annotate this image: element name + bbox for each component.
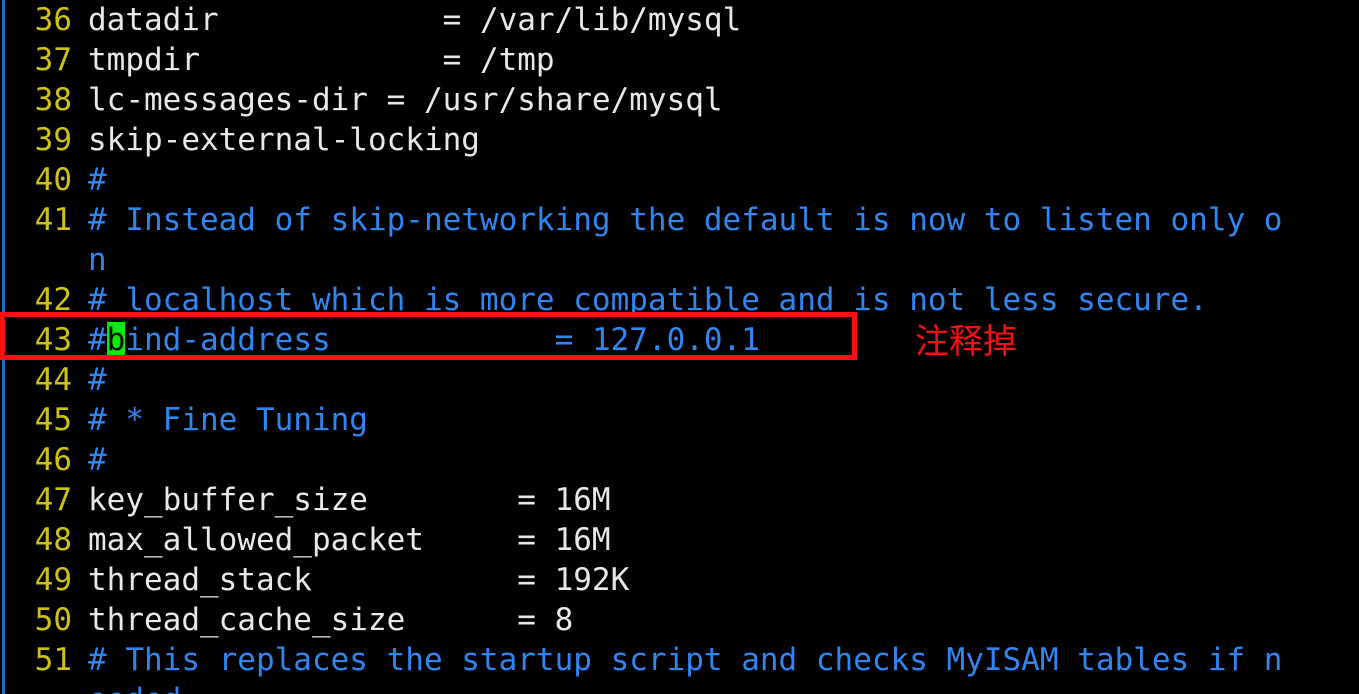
- line-number: 37: [34, 42, 72, 78]
- code-line-text: # This replaces the startup script and c…: [72, 640, 1282, 680]
- line-number: 50: [34, 602, 72, 638]
- code-line-text: # * Fine Tuning: [72, 400, 368, 440]
- code-line-text: # Instead of skip-networking the default…: [72, 200, 1282, 240]
- code-line-text: eeded: [72, 680, 181, 694]
- code-token-comment: # * Fine Tuning: [88, 402, 368, 438]
- code-token-plain: = /tmp: [199, 42, 555, 78]
- code-token-comment: # Instead of skip-networking the default…: [88, 202, 1283, 238]
- code-line[interactable]: 49 thread_stack = 192K: [0, 560, 1359, 600]
- code-token-plain: = 192K: [311, 562, 630, 598]
- code-line[interactable]: n: [0, 240, 1359, 280]
- code-token-plain: = 16M: [423, 522, 611, 558]
- code-token-comment: #: [88, 162, 107, 198]
- code-token-plain: = 16M: [367, 482, 611, 518]
- code-token-comment: #: [88, 322, 107, 358]
- code-token-comment: # localhost which is more compatible and…: [88, 282, 1208, 318]
- code-line-text: n: [72, 240, 107, 280]
- code-token-plain: datadir: [88, 2, 219, 38]
- code-line-text: #: [72, 160, 107, 200]
- code-line[interactable]: 47 key_buffer_size = 16M: [0, 480, 1359, 520]
- code-line[interactable]: 51 # This replaces the startup script and…: [0, 640, 1359, 680]
- code-line-text: key_buffer_size = 16M: [72, 480, 611, 520]
- code-line[interactable]: 36 datadir = /var/lib/mysql: [0, 0, 1359, 40]
- line-number: 49: [34, 562, 72, 598]
- code-token-plain: skip-external-locking: [88, 122, 480, 158]
- line-number: 43: [34, 322, 72, 358]
- line-number: 40: [34, 162, 72, 198]
- code-token-comment: ind-address: [125, 322, 331, 358]
- code-line-text: skip-external-locking: [72, 120, 480, 160]
- code-token-plain: thread_stack: [88, 562, 312, 598]
- line-number: 36: [34, 2, 72, 38]
- code-token-plain: key_buffer_size: [88, 482, 368, 518]
- code-line-text: thread_stack = 192K: [72, 560, 629, 600]
- code-line[interactable]: 42 # localhost which is more compatible a…: [0, 280, 1359, 320]
- code-line[interactable]: 46 #: [0, 440, 1359, 480]
- code-token-comment: #: [88, 442, 107, 478]
- text-cursor[interactable]: b: [106, 322, 126, 358]
- code-line-text: max_allowed_packet = 16M: [72, 520, 611, 560]
- code-line-text: lc-messages-dir = /usr/share/mysql: [72, 80, 723, 120]
- code-line[interactable]: 45 # * Fine Tuning: [0, 400, 1359, 440]
- code-line[interactable]: 38 lc-messages-dir = /usr/share/mysql: [0, 80, 1359, 120]
- line-number: 41: [34, 202, 72, 238]
- code-token-plain: thread_cache_size: [88, 602, 406, 638]
- code-token-plain: max_allowed_packet: [88, 522, 424, 558]
- code-line-text: datadir = /var/lib/mysql: [72, 0, 741, 40]
- line-number: 42: [34, 282, 72, 318]
- line-number: 44: [34, 362, 72, 398]
- code-line-text: #bind-address = 127.0.0.1: [72, 320, 760, 360]
- code-line[interactable]: 39 skip-external-locking: [0, 120, 1359, 160]
- code-token-comment: # This replaces the startup script and c…: [88, 642, 1283, 678]
- code-line[interactable]: 50 thread_cache_size = 8: [0, 600, 1359, 640]
- line-number: 46: [34, 442, 72, 478]
- code-line[interactable]: 41 # Instead of skip-networking the defau…: [0, 200, 1359, 240]
- code-line-text: thread_cache_size = 8: [72, 600, 573, 640]
- code-line-text: tmpdir = /tmp: [72, 40, 555, 80]
- line-number: 38: [34, 82, 72, 118]
- line-number: 47: [34, 482, 72, 518]
- code-line[interactable]: 43 #bind-address = 127.0.0.1: [0, 320, 1359, 360]
- code-token-comment: = 127.0.0.1: [330, 322, 760, 358]
- code-token-plain: = /var/lib/mysql: [218, 2, 742, 38]
- line-number: 39: [34, 122, 72, 158]
- code-line-text: #: [72, 360, 107, 400]
- code-token-plain: = 8: [405, 602, 574, 638]
- line-number: 48: [34, 522, 72, 558]
- code-line[interactable]: 48 max_allowed_packet = 16M: [0, 520, 1359, 560]
- code-line[interactable]: 37 tmpdir = /tmp: [0, 40, 1359, 80]
- code-line-text: #: [72, 440, 107, 480]
- code-line-text: # localhost which is more compatible and…: [72, 280, 1208, 320]
- code-line[interactable]: 44 #: [0, 360, 1359, 400]
- line-number: 51: [34, 642, 72, 678]
- code-token-plain: tmpdir: [88, 42, 200, 78]
- code-line[interactable]: eeded: [0, 680, 1359, 694]
- code-token-comment: #: [88, 362, 107, 398]
- code-line[interactable]: 40 #: [0, 160, 1359, 200]
- code-token-comment: eeded: [88, 682, 181, 694]
- terminal-screen: 36 datadir = /var/lib/mysql 37 tmpdir = /tm…: [0, 0, 1359, 694]
- text-editor-buffer[interactable]: 36 datadir = /var/lib/mysql 37 tmpdir = /tm…: [0, 0, 1359, 694]
- annotation-note-text: 注释掉: [915, 322, 1017, 362]
- line-number: 45: [34, 402, 72, 438]
- code-token-comment: n: [88, 242, 107, 278]
- code-token-plain: lc-messages-dir = /usr/share/mysql: [88, 82, 723, 118]
